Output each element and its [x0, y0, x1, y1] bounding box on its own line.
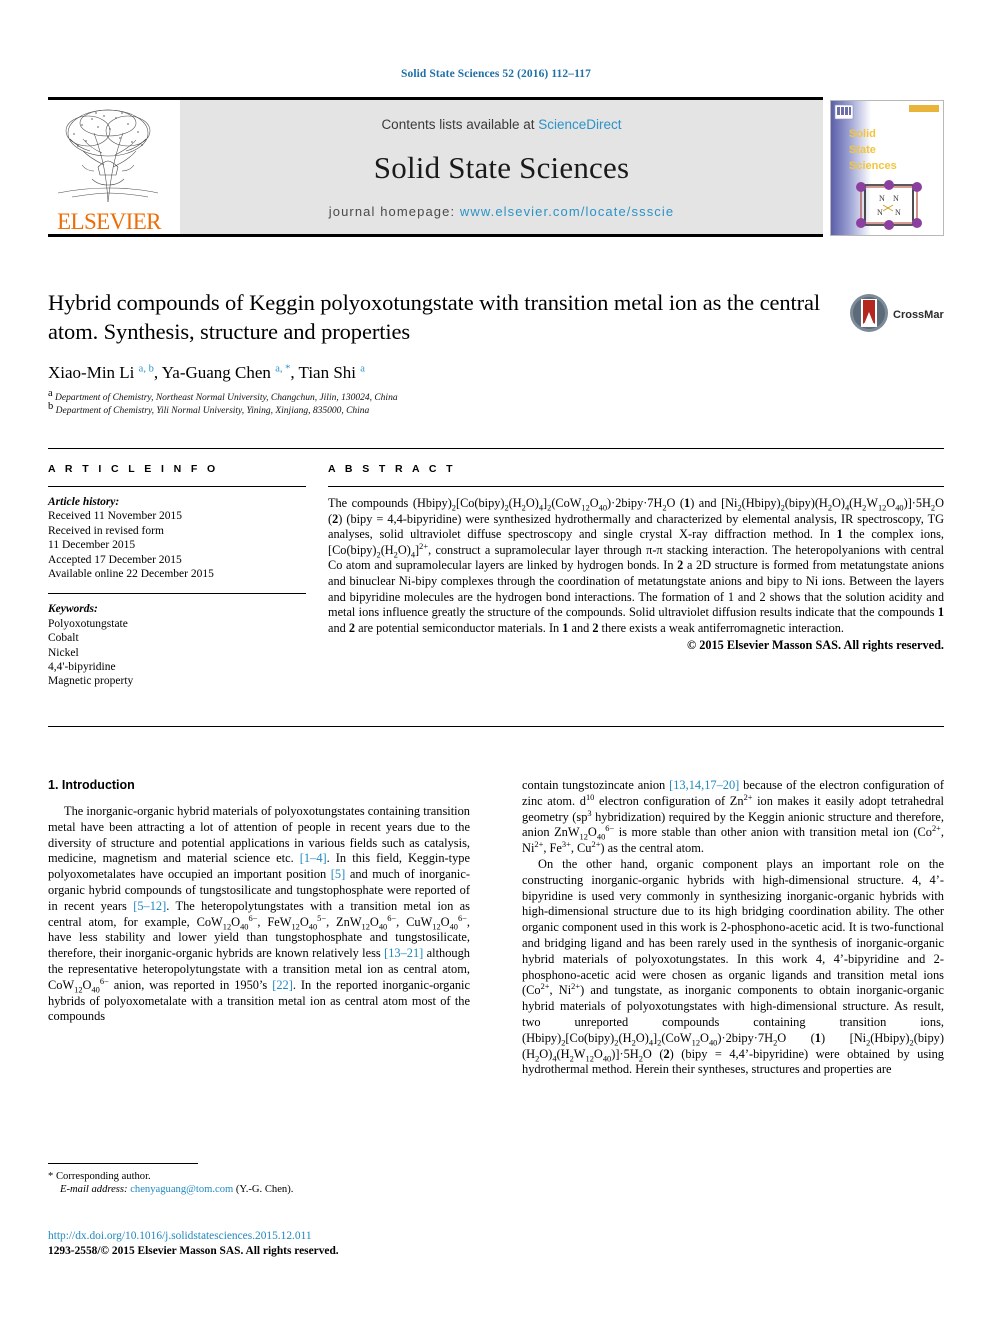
abstract-text: The compounds (Hbipy)2[Co(bipy)2(H2O)4]2…	[328, 496, 944, 635]
article-info-column: A R T I C L E I N F O Article history: R…	[48, 463, 306, 689]
journal-cover-thumbnail[interactable]: Solid State Sciences NN NN	[830, 100, 944, 236]
corresponding-author-line: * Corresponding author.	[48, 1170, 470, 1183]
paragraph: contain tungstozincate anion [13,14,17–2…	[522, 778, 944, 856]
journal-homepage-link[interactable]: www.elsevier.com/locate/ssscie	[460, 204, 674, 219]
history-item: Available online 22 December 2015	[48, 568, 214, 581]
masthead-panel: Contents lists available at ScienceDirec…	[180, 100, 823, 234]
abstract-column: A B S T R A C T The compounds (Hbipy)2[C…	[328, 463, 944, 653]
doi-link[interactable]: http://dx.doi.org/10.1016/j.solidstatesc…	[48, 1229, 508, 1244]
svg-text:N: N	[879, 194, 885, 203]
article-info-heading: A R T I C L E I N F O	[48, 463, 219, 475]
keyword-item: Magnetic property	[48, 675, 134, 688]
history-item: 11 December 2015	[48, 539, 136, 552]
section-heading-introduction: 1. Introduction	[48, 778, 135, 792]
title-block: Hybrid compounds of Keggin polyoxotungst…	[48, 288, 848, 418]
contents-prefix: Contents lists available at	[381, 117, 539, 132]
body-column-right: contain tungstozincate anion [13,14,17–2…	[522, 778, 944, 1078]
author-list: Xiao-Min Li a, b, Ya-Guang Chen a, *, Ti…	[48, 363, 365, 382]
journal-article-page: Solid State Sciences 52 (2016) 112–117 E…	[0, 0, 992, 1323]
sciencedirect-link[interactable]: ScienceDirect	[538, 117, 621, 132]
body-column-left: 1. Introduction The inorganic-organic hy…	[48, 778, 470, 1025]
affiliation-b-marker: b	[48, 401, 54, 413]
corresponding-author-footnote: * Corresponding author. E-mail address: …	[48, 1163, 470, 1197]
article-history-label: Article history:	[48, 496, 120, 508]
affiliation-b-text: Department of Chemistry, Yili Normal Uni…	[55, 406, 370, 417]
crossmark-icon	[850, 294, 888, 332]
elsevier-tree-logo-icon	[52, 105, 164, 205]
svg-text:State: State	[849, 144, 876, 156]
abstract-rule	[328, 486, 944, 487]
affiliation-a-marker: a	[48, 388, 53, 400]
keywords-list: Keywords: Polyoxotungstate Cobalt Nickel…	[48, 602, 306, 688]
page-title: Hybrid compounds of Keggin polyoxotungst…	[48, 290, 821, 344]
corresponding-label: Corresponding author.	[55, 1171, 151, 1182]
svg-text:Solid: Solid	[849, 128, 876, 140]
keyword-item: Polyoxotungstate	[48, 617, 128, 630]
corresponding-marker: *	[48, 1171, 54, 1182]
article-history: Article history: Received 11 November 20…	[48, 495, 306, 581]
footnote-rule	[48, 1163, 198, 1164]
svg-text:N: N	[877, 208, 883, 217]
homepage-prefix: journal homepage:	[328, 204, 460, 219]
svg-text:Sciences: Sciences	[849, 160, 897, 172]
elsevier-logo: ELSEVIER	[48, 103, 170, 234]
crossmark-label: CrossMark	[893, 309, 944, 321]
history-item: Received in revised form	[48, 524, 164, 537]
email-link[interactable]: chenyaguang@tom.com	[130, 1184, 233, 1195]
masthead-bottom-rule	[48, 234, 823, 237]
keywords-label: Keywords:	[48, 603, 98, 616]
article-info-rule	[48, 486, 306, 487]
svg-text:N: N	[895, 208, 901, 217]
history-item: Accepted 17 December 2015	[48, 553, 182, 566]
keyword-item: Nickel	[48, 646, 79, 659]
keywords-block: Keywords: Polyoxotungstate Cobalt Nickel…	[48, 593, 306, 688]
keyword-item: Cobalt	[48, 632, 79, 645]
band-bottom-rule	[48, 726, 944, 727]
paragraph: On the other hand, organic component pla…	[522, 856, 944, 1077]
band-top-rule	[48, 448, 944, 449]
email-line: E-mail address: chenyaguang@tom.com (Y.-…	[48, 1183, 470, 1196]
affiliation-list: a Department of Chemistry, Northeast Nor…	[48, 388, 848, 418]
affiliation-b: b Department of Chemistry, Yili Normal U…	[48, 401, 848, 418]
affiliation-a: a Department of Chemistry, Northeast Nor…	[48, 388, 848, 405]
keywords-rule	[48, 593, 306, 595]
contents-lists-line: Contents lists available at ScienceDirec…	[180, 117, 823, 132]
email-label: E-mail address:	[60, 1184, 128, 1196]
crossmark-badge[interactable]: CrossMark	[848, 288, 951, 338]
journal-masthead: ELSEVIER Contents lists available at Sci…	[48, 97, 944, 237]
abstract-heading: A B S T R A C T	[328, 463, 456, 475]
affiliation-a-text: Department of Chemistry, Northeast Norma…	[55, 393, 398, 404]
keyword-item: 4,4'-bipyridine	[48, 661, 116, 674]
paragraph: The inorganic-organic hybrid materials o…	[48, 804, 471, 1024]
abstract-copyright: © 2015 Elsevier Masson SAS. All rights r…	[686, 638, 944, 653]
issn-copyright-line: 1293-2558/© 2015 Elsevier Masson SAS. Al…	[48, 1245, 339, 1257]
svg-text:N: N	[893, 194, 899, 203]
journal-homepage-line: journal homepage: www.elsevier.com/locat…	[180, 204, 823, 219]
doi-block: http://dx.doi.org/10.1016/j.solidstatesc…	[48, 1229, 508, 1259]
elsevier-wordmark: ELSEVIER	[57, 209, 161, 234]
email-suffix: (Y.-G. Chen).	[235, 1184, 294, 1196]
running-head-citation: Solid State Sciences 52 (2016) 112–117	[400, 68, 592, 80]
journal-title: Solid State Sciences	[373, 150, 630, 185]
history-item: Received 11 November 2015	[48, 510, 183, 523]
